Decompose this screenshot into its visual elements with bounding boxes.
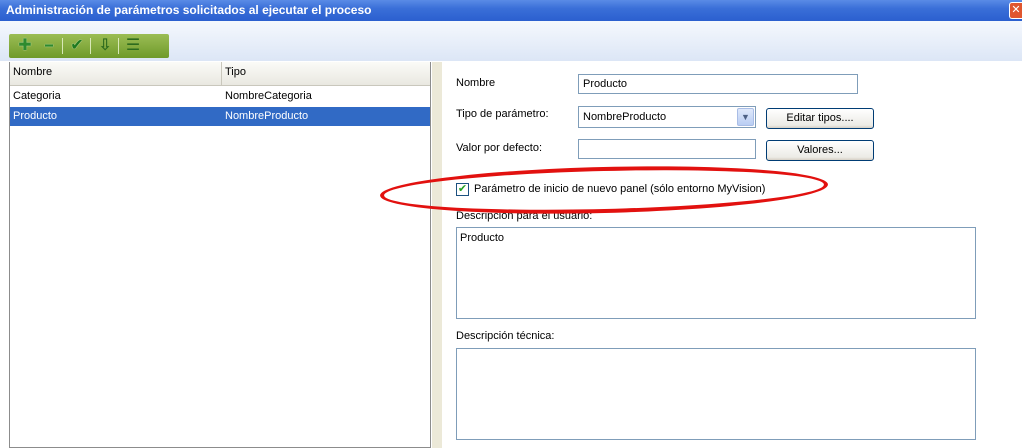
toolbar-separator xyxy=(118,38,119,54)
list-row[interactable]: Categoria NombreCategoria xyxy=(10,87,430,106)
toolbar-separator xyxy=(90,38,91,54)
sort-button[interactable]: ☰ xyxy=(123,36,143,56)
row-nombre: Categoria xyxy=(13,90,61,102)
tipo-parametro-value: NombreProducto xyxy=(583,111,667,123)
valores-button[interactable]: Valores... xyxy=(766,140,874,161)
descripcion-tecnica-label: Descripción técnica: xyxy=(456,330,555,342)
valor-defecto-label: Valor por defecto: xyxy=(456,142,543,154)
sort-icon: ☰ xyxy=(125,37,141,54)
tipo-parametro-label: Tipo de parámetro: xyxy=(456,108,549,120)
parameter-list[interactable]: Nombre Tipo Categoria NombreCategoria Pr… xyxy=(9,62,431,448)
nombre-field[interactable]: Producto xyxy=(578,74,858,94)
highlight-ellipse xyxy=(379,161,829,219)
valor-defecto-field[interactable] xyxy=(578,139,756,159)
close-icon: ✕ xyxy=(1011,4,1021,16)
nombre-label: Nombre xyxy=(456,77,496,89)
descripcion-usuario-textarea[interactable]: Producto xyxy=(456,227,976,319)
toolbar-separator xyxy=(62,38,63,54)
window-title: Administración de parámetros solicitados… xyxy=(6,3,372,17)
chevron-down-icon[interactable]: ▼ xyxy=(737,108,754,126)
row-tipo: NombreCategoria xyxy=(225,90,312,102)
row-tipo: NombreProducto xyxy=(225,110,309,122)
editar-tipos-button[interactable]: Editar tipos.... xyxy=(766,108,874,129)
tipo-parametro-select[interactable]: NombreProducto ▼ xyxy=(578,106,756,128)
plus-icon: ✚ xyxy=(18,37,32,54)
import-icon: ⇩ xyxy=(98,37,112,54)
import-button[interactable]: ⇩ xyxy=(95,36,115,56)
add-button[interactable]: ✚ xyxy=(15,36,35,56)
remove-button[interactable]: ━ xyxy=(39,36,59,56)
descripcion-tecnica-textarea[interactable] xyxy=(456,348,976,440)
checkmark-icon: ✔ xyxy=(70,37,84,54)
column-header-nombre[interactable]: Nombre xyxy=(10,62,222,86)
accept-button[interactable]: ✔ xyxy=(67,36,87,56)
window-titlebar: Administración de parámetros solicitados… xyxy=(0,0,1022,21)
list-header: Nombre Tipo xyxy=(10,62,430,86)
minus-icon: ━ xyxy=(45,38,53,53)
row-nombre: Producto xyxy=(13,110,58,122)
close-button[interactable]: ✕ xyxy=(1009,2,1022,19)
list-row-selected[interactable]: Producto NombreProducto xyxy=(10,107,430,126)
panel-splitter[interactable] xyxy=(432,62,442,448)
column-header-tipo[interactable]: Tipo xyxy=(222,62,430,86)
